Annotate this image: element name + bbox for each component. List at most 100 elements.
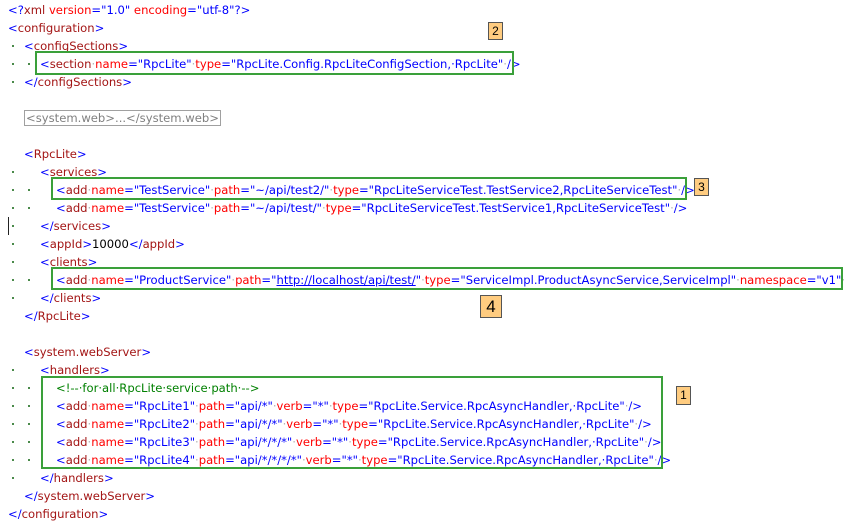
code-token: type <box>325 201 352 215</box>
code-token: <? <box>8 3 24 17</box>
code-token: </ <box>24 309 38 323</box>
code-token: > <box>103 471 114 485</box>
indent-dot <box>12 297 14 299</box>
code-text: <configuration> <box>8 19 104 37</box>
indent-dot <box>12 387 14 389</box>
code-token: > <box>91 291 102 305</box>
code-token: configuration <box>21 507 99 521</box>
code-line[interactable]: </RpcLite> <box>0 307 845 325</box>
code-token: ="TestService" <box>124 201 211 215</box>
code-token: </ <box>24 75 38 89</box>
indent-dot <box>12 405 14 407</box>
highlight-section <box>35 51 514 75</box>
code-text: </system.webServer> <box>24 487 155 505</box>
code-token: ="1.0" <box>91 3 131 17</box>
code-token: version <box>45 3 92 17</box>
code-token: > <box>101 219 111 233</box>
code-token: > <box>175 237 185 251</box>
indent-dot <box>28 405 30 407</box>
indent-dot <box>28 189 30 191</box>
code-token: services <box>53 219 102 233</box>
text-caret <box>8 217 9 235</box>
indent-dot <box>12 459 14 461</box>
code-token: handlers <box>53 471 104 485</box>
indent-dot <box>28 207 30 209</box>
indent-dot <box>28 279 30 281</box>
code-line[interactable]: <system.web>...</system.web> <box>0 109 845 127</box>
code-token: </ <box>8 507 22 521</box>
code-token: appId <box>49 237 83 251</box>
code-text: <add·name="TestService"·path="~/api/test… <box>56 199 687 217</box>
code-line[interactable]: <system.webServer> <box>0 343 845 361</box>
code-token: </ <box>40 471 54 485</box>
code-token: system.webServer <box>37 489 146 503</box>
code-token: < <box>8 21 18 35</box>
code-token: < <box>24 39 34 53</box>
code-token: </ <box>40 291 54 305</box>
code-token: name <box>91 201 125 215</box>
indent-dot <box>12 441 14 443</box>
code-token: < <box>40 255 50 269</box>
code-token: ="~/api/test/" <box>240 201 322 215</box>
annotation-badge-2: 2 <box>488 22 503 40</box>
code-line[interactable]: </configSections> <box>0 73 845 91</box>
code-line[interactable]: <configuration> <box>0 19 845 37</box>
annotation-badge-3: 3 <box>694 178 709 196</box>
code-token: > <box>98 507 109 521</box>
code-token: < <box>40 237 50 251</box>
code-token: < <box>24 147 34 161</box>
code-token: > <box>94 21 105 35</box>
code-text: <appId>10000</appId> <box>40 235 185 253</box>
code-text: </configuration> <box>8 505 108 523</box>
highlight-add-productservice <box>51 267 843 290</box>
indent-dot <box>28 459 30 461</box>
indent-dot <box>12 207 14 209</box>
code-token: /> <box>673 201 688 215</box>
code-line[interactable]: <add·name="TestService"·path="~/api/test… <box>0 199 845 217</box>
indent-dot <box>28 387 30 389</box>
code-line[interactable]: </system.webServer> <box>0 487 845 505</box>
indent-dot <box>12 189 14 191</box>
annotation-badge-4: 4 <box>480 295 502 318</box>
indent-dot <box>12 261 14 263</box>
code-token: encoding <box>130 3 188 17</box>
code-token: > <box>122 75 132 89</box>
code-line[interactable]: </configuration> <box>0 505 845 523</box>
code-text: </clients> <box>40 289 101 307</box>
code-token: clients <box>53 291 92 305</box>
code-line[interactable]: <appId>10000</appId> <box>0 235 845 253</box>
indent-dot <box>12 279 14 281</box>
code-text: <system.web>...</system.web> <box>24 109 221 127</box>
code-line[interactable]: </services> <box>0 217 845 235</box>
code-token: </ <box>24 489 38 503</box>
code-text: <system.webServer> <box>24 343 151 361</box>
code-token: 10000 <box>92 237 129 251</box>
code-token: > <box>100 363 110 377</box>
code-text: </handlers> <box>40 469 114 487</box>
annotation-badge-1: 1 <box>676 386 691 405</box>
code-token: appId <box>142 237 176 251</box>
code-token: > <box>76 147 87 161</box>
collapsed-region[interactable]: <system.web>...</system.web> <box>24 110 221 126</box>
indent-dot <box>12 63 14 65</box>
code-token: ="utf-8" <box>187 3 235 17</box>
code-token: configSections <box>37 75 123 89</box>
highlight-add-testservice2 <box>51 177 687 200</box>
code-text: </services> <box>40 217 111 235</box>
code-token: > <box>141 345 152 359</box>
code-token: < <box>40 363 50 377</box>
code-token: RpcLite <box>33 147 77 161</box>
code-token: add <box>65 201 88 215</box>
indent-dot <box>28 63 30 65</box>
code-token: </ <box>40 219 54 233</box>
code-token: path <box>213 201 241 215</box>
code-token: </ <box>128 237 143 251</box>
code-line[interactable]: </handlers> <box>0 469 845 487</box>
code-token: RpcLite <box>37 309 81 323</box>
code-token: xml <box>23 3 46 17</box>
indent-dot <box>12 477 14 479</box>
code-line[interactable]: </clients> <box>0 289 845 307</box>
code-line[interactable]: <RpcLite> <box>0 145 845 163</box>
indent-dot <box>12 81 14 83</box>
code-line[interactable]: <?xml version="1.0" encoding="utf-8"?> <box>0 1 845 19</box>
